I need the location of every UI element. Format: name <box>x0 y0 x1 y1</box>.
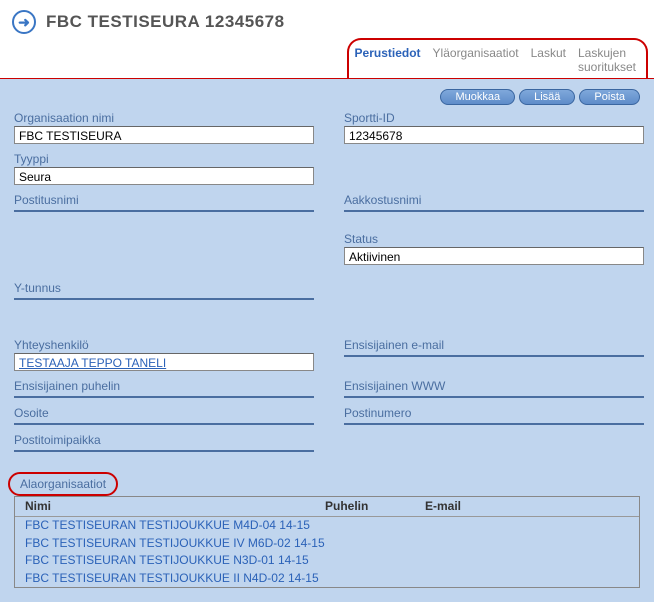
list-item[interactable]: FBC TESTISEURAN TESTIJOUKKUE II N4D-02 1… <box>15 570 639 588</box>
value-osoite <box>14 421 314 425</box>
value-sportti-id: 12345678 <box>344 126 644 144</box>
label-osoite: Osoite <box>14 406 314 420</box>
label-aakkostusnimi: Aakkostusnimi <box>344 193 644 207</box>
value-postitoimipaikka <box>14 448 314 452</box>
list-item[interactable]: FBC TESTISEURAN TESTIJOUKKUE M4D-04 14-1… <box>15 517 639 535</box>
tab-laskujen-suoritukset[interactable]: Laskujen suoritukset <box>578 46 636 74</box>
label-ensisijainen-email: Ensisijainen e-mail <box>344 338 644 352</box>
tab-ylaorganisaatiot[interactable]: Yläorganisaatiot <box>433 46 519 74</box>
label-postitusnimi: Postitusnimi <box>14 193 314 207</box>
label-postinumero: Postinumero <box>344 406 644 420</box>
field-ensisijainen-puhelin: Ensisijainen puhelin <box>14 379 314 398</box>
value-organisaation-nimi: FBC TESTISEURA <box>14 126 314 144</box>
label-organisaation-nimi: Organisaation nimi <box>14 111 314 125</box>
field-osoite: Osoite <box>14 406 314 425</box>
field-aakkostusnimi: Aakkostusnimi <box>344 193 644 212</box>
label-yhteyshenkilo: Yhteyshenkilö <box>14 338 314 352</box>
section-header: Nimi Puhelin E-mail <box>15 497 639 517</box>
field-postinumero: Postinumero <box>344 406 644 425</box>
label-ytunnus: Y-tunnus <box>14 281 644 295</box>
label-sportti-id: Sportti-ID <box>344 111 644 125</box>
value-ytunnus <box>14 296 314 300</box>
header: ➜ FBC TESTISEURA 12345678 Perustiedot Yl… <box>0 0 654 79</box>
col-nimi: Nimi <box>25 499 325 513</box>
label-ensisijainen-www: Ensisijainen WWW <box>344 379 644 393</box>
value-postinumero <box>344 421 644 425</box>
field-status: Status Aktiivinen <box>344 232 644 265</box>
label-postitoimipaikka: Postitoimipaikka <box>14 433 644 447</box>
delete-button[interactable]: Poista <box>579 89 640 105</box>
tab-bar: Perustiedot Yläorganisaatiot Laskut Lask… <box>347 38 648 78</box>
value-status: Aktiivinen <box>344 247 644 265</box>
label-ensisijainen-puhelin: Ensisijainen puhelin <box>14 379 314 393</box>
value-aakkostusnimi <box>344 208 644 212</box>
content: Organisaation nimi FBC TESTISEURA Sportt… <box>0 111 654 588</box>
label-status: Status <box>344 232 644 246</box>
add-button[interactable]: Lisää <box>519 89 575 105</box>
tab-perustiedot[interactable]: Perustiedot <box>355 46 421 74</box>
value-postitusnimi <box>14 208 314 212</box>
label-tyyppi: Tyyppi <box>14 152 314 166</box>
field-ensisijainen-www: Ensisijainen WWW <box>344 379 644 398</box>
value-ensisijainen-puhelin <box>14 394 314 398</box>
nav-arrow-icon[interactable]: ➜ <box>12 10 36 34</box>
section-alaorganisaatiot: Nimi Puhelin E-mail FBC TESTISEURAN TEST… <box>14 496 640 588</box>
field-ytunnus: Y-tunnus <box>14 281 644 300</box>
list-item[interactable]: FBC TESTISEURAN TESTIJOUKKUE IV M6D-02 1… <box>15 535 639 553</box>
field-tyyppi: Tyyppi Seura <box>14 152 314 185</box>
field-yhteyshenkilo: Yhteyshenkilö TESTAAJA TEPPO TANELI <box>14 338 314 371</box>
col-puhelin: Puhelin <box>325 499 425 513</box>
section-tab-alaorganisaatiot[interactable]: Alaorganisaatiot <box>8 472 118 496</box>
field-ensisijainen-email: Ensisijainen e-mail <box>344 338 644 371</box>
toolbar: Muokkaa Lisää Poista <box>0 79 654 111</box>
col-email: E-mail <box>425 499 545 513</box>
tab-laskut[interactable]: Laskut <box>531 46 566 74</box>
value-ensisijainen-email <box>344 353 644 357</box>
field-postitoimipaikka: Postitoimipaikka <box>14 433 644 452</box>
field-sportti-id: Sportti-ID 12345678 <box>344 111 644 144</box>
field-organisaation-nimi: Organisaation nimi FBC TESTISEURA <box>14 111 314 144</box>
field-postitusnimi: Postitusnimi <box>14 193 314 212</box>
value-tyyppi: Seura <box>14 167 314 185</box>
edit-button[interactable]: Muokkaa <box>440 89 515 105</box>
value-ensisijainen-www <box>344 394 644 398</box>
page-title: FBC TESTISEURA 12345678 <box>46 12 285 32</box>
list-item[interactable]: FBC TESTISEURAN TESTIJOUKKUE N3D-01 14-1… <box>15 552 639 570</box>
value-yhteyshenkilo[interactable]: TESTAAJA TEPPO TANELI <box>14 353 314 371</box>
